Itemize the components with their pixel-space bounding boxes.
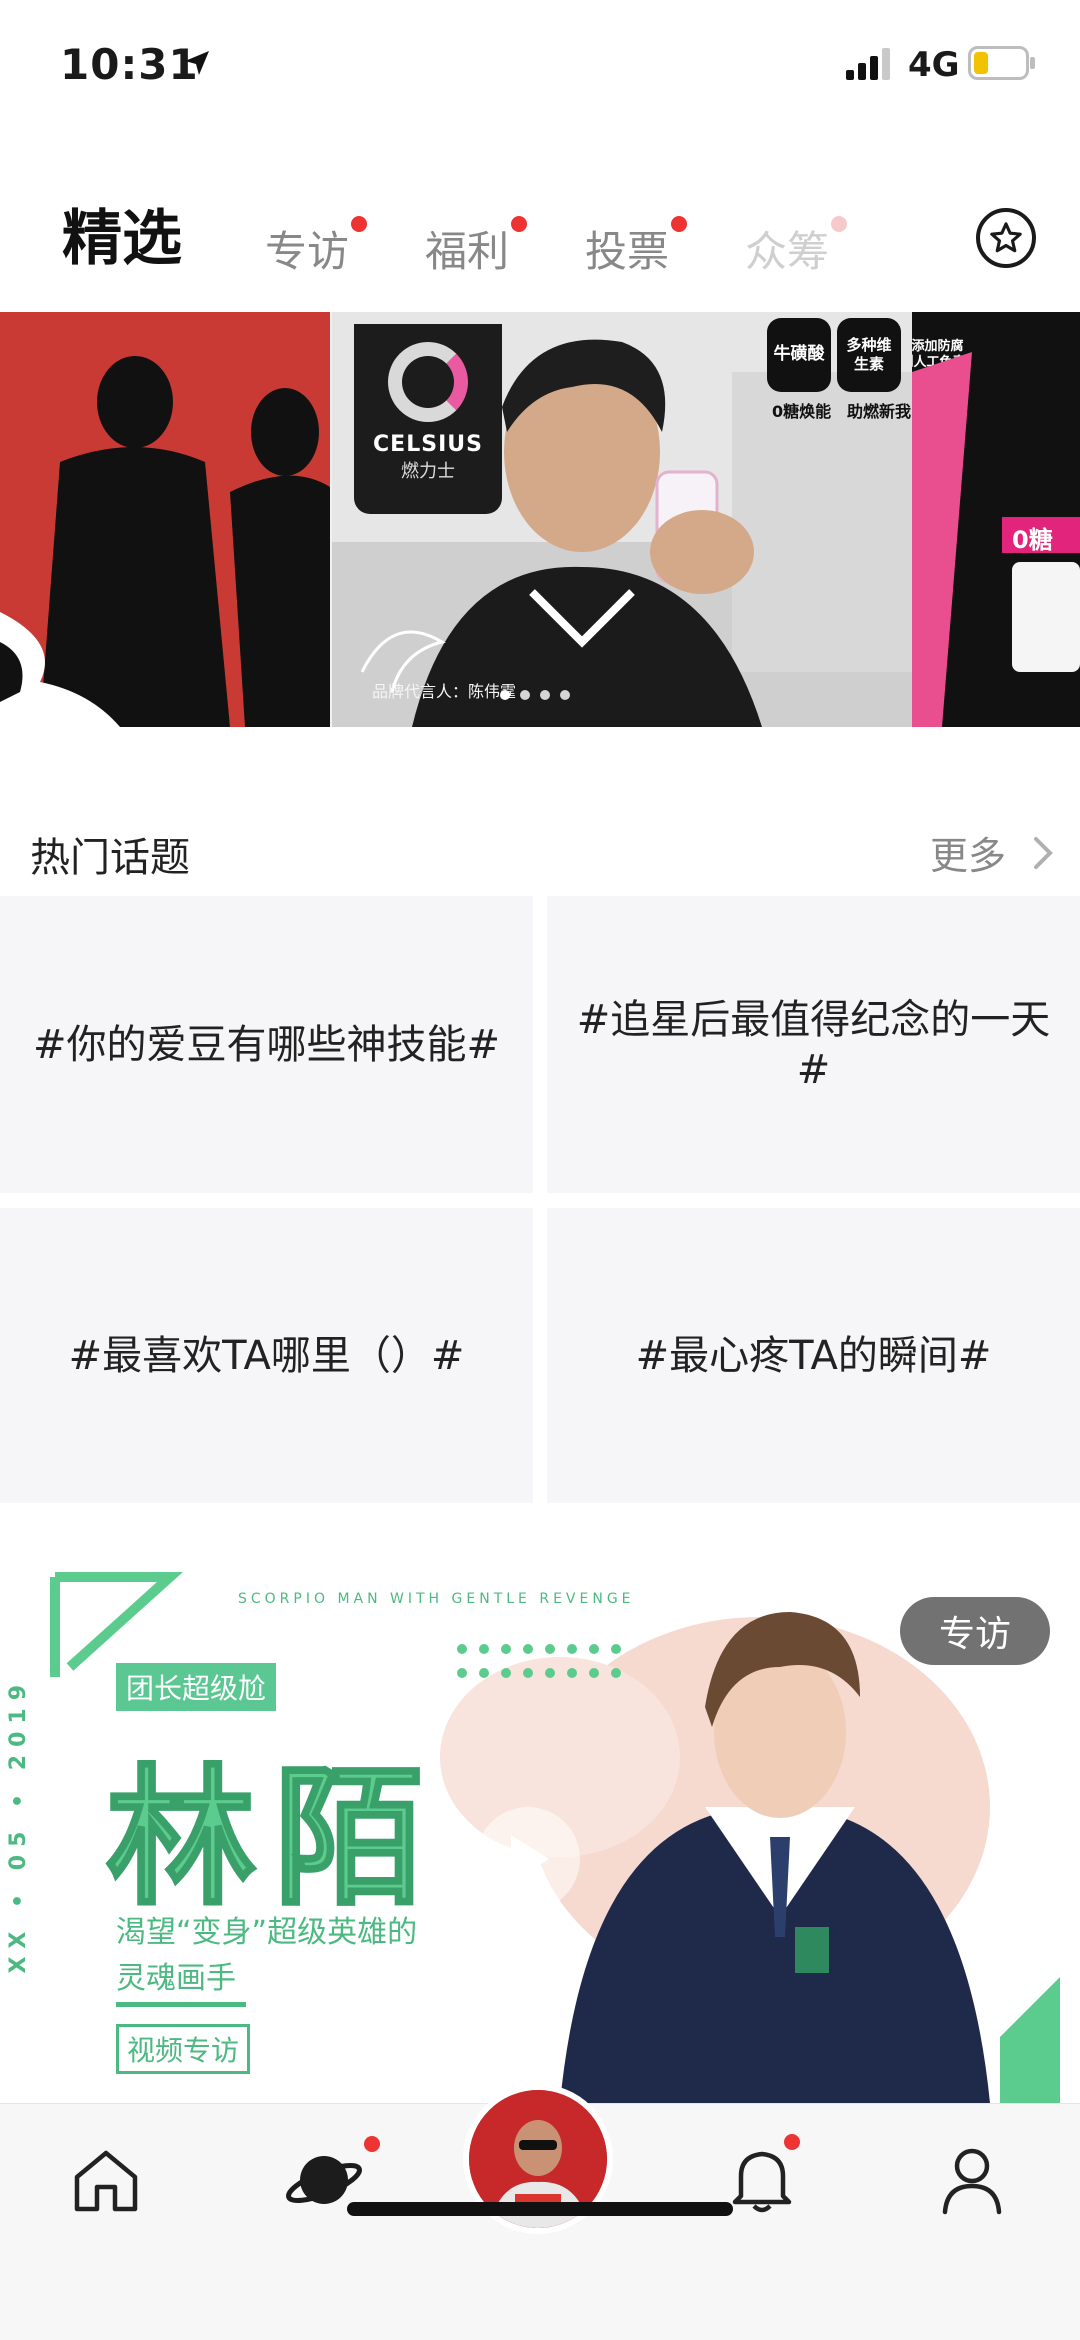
location-arrow-icon [185,51,209,75]
brand-sub: 燃力士 [401,461,455,482]
home-indicator [347,2202,733,2216]
tab-label: 福利 [425,227,510,276]
tab-bar: 精选 专访 福利 投票 众筹 [0,170,1080,310]
feature-caption: 助燃新我 [847,402,912,421]
nav-home[interactable] [66,2140,146,2220]
favorites-button[interactable] [976,208,1036,268]
interview-card[interactable]: SCORPIO MAN WITH GENTLE REVENGE XX • 05 … [0,1557,1080,2103]
divider [116,2002,246,2007]
signal-icon [846,48,890,80]
play-icon [511,1835,549,1883]
celsius-logo-icon [388,342,468,422]
battery-icon [968,46,1035,80]
feature-badge: 多种维生素 [837,318,901,392]
page-dot [540,690,550,700]
page-dot [520,690,530,700]
promo-slice-image [912,352,1080,727]
topic-card[interactable]: #追星后最值得纪念的一天# [547,896,1080,1193]
interview-badge: 专访 [900,1597,1050,1665]
topic-card[interactable]: #最心疼TA的瞬间# [547,1208,1080,1503]
tab-welfare[interactable]: 福利 [425,216,528,279]
topic-text: #追星后最值得纪念的一天# [576,996,1051,1093]
tab-vote[interactable]: 投票 [585,216,688,279]
interviewee-name: 林陌 [104,1751,443,1928]
badge-dot [831,216,848,232]
badge-dot [364,2136,380,2152]
badge-dot [511,216,528,232]
tab-interview[interactable]: 专访 [265,216,368,279]
brand-name: CELSIUS [373,432,483,457]
brand-logo: CELSIUS 燃力士 [354,324,502,514]
banner-current-slide[interactable]: CELSIUS 燃力士 牛磺酸 多种维生素 0糖焕能 助燃新我 品牌代言人：陈伟… [332,312,912,727]
topic-text: #你的爱豆有哪些神技能# [32,1021,501,1068]
silhouette-image [0,356,330,727]
banner-next-slide[interactable]: 0添加防腐剂人工色素 0糖 [912,312,1080,727]
badge-dot [351,216,368,232]
topic-card[interactable]: #最喜欢TA哪里（）# [0,1208,533,1503]
network-label: 4G [908,45,960,85]
topic-text: #最心疼TA的瞬间# [635,1332,992,1379]
header-english-text: SCORPIO MAN WITH GENTLE REVENGE [238,1591,635,1607]
tab-label: 专访 [265,227,350,276]
tab-label: 投票 [585,227,670,276]
video-tag: 视频专访 [116,2024,251,2074]
status-time: 10:31 [60,40,199,89]
status-bar: 10:31 4G [0,0,1080,120]
page-dot [500,690,510,700]
date-vertical-text: XX • 05 • 2019 [6,1677,31,1974]
tab-label: 众筹 [745,227,830,276]
star-icon [990,222,1022,253]
page-dot [560,690,570,700]
home-icon [74,2150,138,2212]
tab-selected[interactable]: 精选 [62,190,182,277]
banner-carousel[interactable]: CELSIUS 燃力士 牛磺酸 多种维生素 0糖焕能 助燃新我 品牌代言人：陈伟… [0,312,1080,727]
interview-tag: 团长超级尬 [116,1663,277,1711]
interview-subtitle: 灵魂画手 [116,1961,236,1996]
promo-slice-text: 0糖 [1012,526,1053,554]
more-link[interactable]: 更多 [930,825,1006,880]
feature-caption: 0糖焕能 [772,402,832,421]
play-button[interactable] [476,1807,580,1911]
bottom-nav [0,2084,1080,2340]
tab-crowdfunding[interactable]: 众筹 [745,216,848,279]
chevron-right-icon[interactable] [1028,833,1058,873]
spokesperson-caption: 品牌代言人：陈伟霆 [372,682,517,701]
feature-badge: 牛磺酸 [767,318,831,392]
topic-text: #最喜欢TA哪里（）# [68,1332,465,1379]
badge-dot [784,2134,800,2150]
section-title: 热门话题 [30,835,190,881]
interview-subtitle: 渴望“变身”超级英雄的 [116,1915,418,1950]
bell-icon [732,2151,792,2213]
nav-notifications[interactable] [722,2134,802,2220]
badge-dot [671,216,688,232]
topic-card[interactable]: #你的爱豆有哪些神技能# [0,896,533,1193]
profile-icon [942,2148,1002,2215]
nav-profile[interactable] [932,2140,1012,2220]
banner-prev-slide[interactable] [0,312,330,727]
